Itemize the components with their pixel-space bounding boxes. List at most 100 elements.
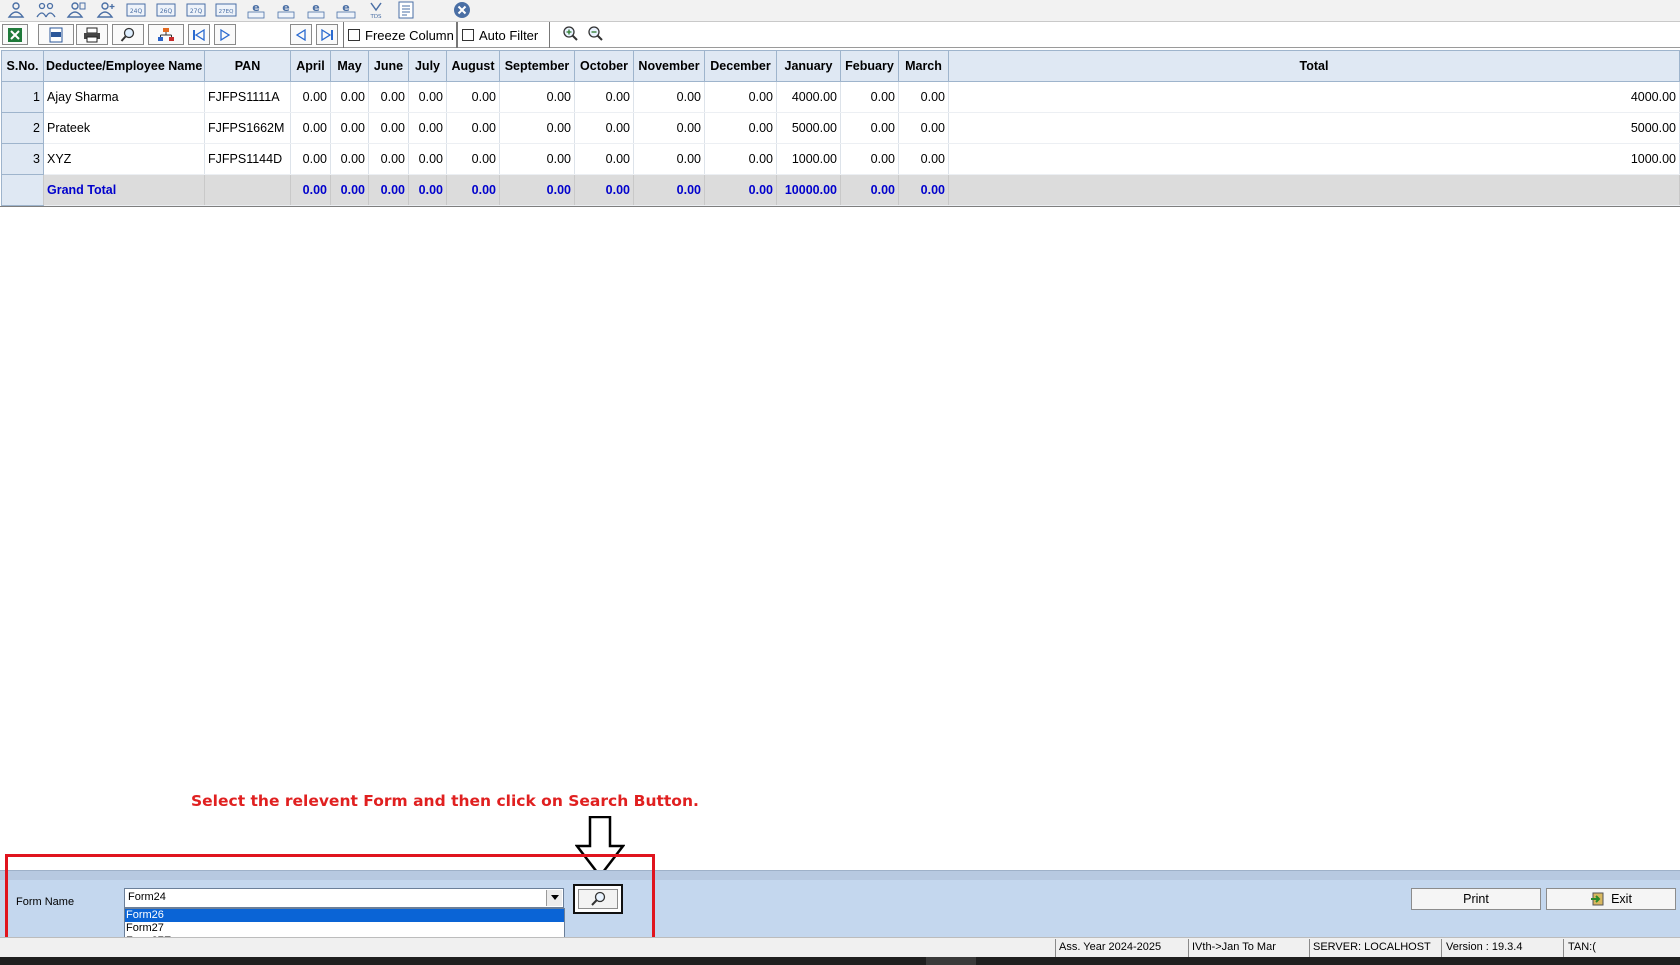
- table-cell[interactable]: 0.00: [704, 112, 777, 144]
- freeze-column-box[interactable]: [348, 29, 360, 41]
- print-grid-button[interactable]: [76, 24, 108, 45]
- column-header[interactable]: August: [446, 50, 500, 82]
- dropdown-toggle[interactable]: [546, 890, 562, 906]
- table-cell[interactable]: 0.00: [574, 81, 634, 113]
- table-cell[interactable]: [204, 174, 291, 206]
- auto-filter-checkbox[interactable]: Auto Filter: [457, 22, 550, 48]
- table-cell[interactable]: 0.00: [898, 143, 949, 175]
- table-cell[interactable]: 0.00: [368, 81, 409, 113]
- table-cell[interactable]: 0.00: [840, 143, 899, 175]
- form-24q-icon[interactable]: 24Q: [125, 1, 147, 19]
- column-header[interactable]: June: [368, 50, 409, 82]
- table-row[interactable]: 2 Prateek FJFPS1662M 0.00 0.00 0.00 0.00 0.00 0.…: [1, 112, 1680, 144]
- table-cell[interactable]: 0.00: [704, 143, 777, 175]
- close-icon[interactable]: [451, 1, 473, 19]
- table-cell[interactable]: XYZ: [43, 143, 205, 175]
- table-cell[interactable]: FJFPS1144D: [204, 143, 291, 175]
- table-cell[interactable]: 0.00: [898, 112, 949, 144]
- next-record-button[interactable]: [214, 24, 236, 45]
- user-doc-icon[interactable]: [65, 1, 87, 19]
- user-add-icon[interactable]: [95, 1, 117, 19]
- table-cell[interactable]: 0.00: [330, 112, 369, 144]
- users-group-icon[interactable]: [35, 1, 57, 19]
- column-header[interactable]: Total: [948, 50, 1680, 82]
- column-header[interactable]: April: [290, 50, 331, 82]
- table-cell[interactable]: [948, 174, 1680, 206]
- last-record-button[interactable]: [316, 24, 338, 45]
- print-button[interactable]: Print: [1411, 888, 1541, 910]
- table-cell[interactable]: 1000.00: [776, 143, 841, 175]
- table-cell[interactable]: Prateek: [43, 112, 205, 144]
- table-cell[interactable]: 0.00: [330, 143, 369, 175]
- table-cell[interactable]: 0.00: [446, 143, 500, 175]
- table-cell[interactable]: 0.00: [499, 143, 575, 175]
- table-cell[interactable]: 4000.00: [776, 81, 841, 113]
- column-header[interactable]: January: [776, 50, 841, 82]
- first-record-button[interactable]: [188, 24, 210, 45]
- form-27eq-icon[interactable]: 27EQ: [215, 1, 237, 19]
- row-number-cell[interactable]: 2: [1, 112, 44, 144]
- table-cell[interactable]: 0.00: [408, 81, 447, 113]
- freeze-column-checkbox[interactable]: Freeze Column: [343, 22, 457, 48]
- table-cell[interactable]: FJFPS1111A: [204, 81, 291, 113]
- table-cell[interactable]: 0.00: [633, 174, 705, 206]
- column-header[interactable]: PAN: [204, 50, 291, 82]
- form-name-select[interactable]: Form24: [124, 888, 564, 908]
- zoom-out-icon[interactable]: [586, 25, 604, 43]
- form-option[interactable]: Form27: [125, 922, 564, 935]
- form-option[interactable]: Form26: [125, 909, 564, 922]
- column-header[interactable]: July: [408, 50, 447, 82]
- e-27q-icon[interactable]: e: [305, 1, 327, 19]
- table-cell[interactable]: 0.00: [574, 112, 634, 144]
- e-27eq-icon[interactable]: e: [335, 1, 357, 19]
- table-cell[interactable]: 0.00: [633, 112, 705, 144]
- column-header[interactable]: December: [704, 50, 777, 82]
- table-cell[interactable]: 0.00: [898, 81, 949, 113]
- form-27q-icon[interactable]: 27Q: [185, 1, 207, 19]
- table-cell[interactable]: 0.00: [290, 174, 331, 206]
- table-cell[interactable]: 0.00: [330, 174, 369, 206]
- table-cell[interactable]: 0.00: [408, 174, 447, 206]
- table-cell[interactable]: 0.00: [574, 143, 634, 175]
- table-cell[interactable]: 1000.00: [948, 143, 1680, 175]
- e-24q-icon[interactable]: e: [245, 1, 267, 19]
- table-cell[interactable]: 0.00: [840, 174, 899, 206]
- table-cell[interactable]: 0.00: [330, 81, 369, 113]
- previous-record-button[interactable]: [290, 24, 312, 45]
- table-cell[interactable]: 0.00: [574, 174, 634, 206]
- table-cell[interactable]: 0.00: [898, 174, 949, 206]
- column-header[interactable]: October: [574, 50, 634, 82]
- row-number-cell[interactable]: 3: [1, 143, 44, 175]
- table-cell[interactable]: Grand Total: [43, 174, 205, 206]
- taskbar-item[interactable]: [926, 957, 976, 965]
- report-icon[interactable]: [395, 1, 417, 19]
- column-header[interactable]: S.No.: [1, 50, 44, 82]
- column-header[interactable]: November: [633, 50, 705, 82]
- user-form-icon[interactable]: [5, 1, 27, 19]
- table-cell[interactable]: 10000.00: [776, 174, 841, 206]
- table-cell[interactable]: 0.00: [704, 174, 777, 206]
- table-cell[interactable]: 0.00: [704, 81, 777, 113]
- table-cell[interactable]: FJFPS1662M: [204, 112, 291, 144]
- table-cell[interactable]: 0.00: [368, 112, 409, 144]
- column-header[interactable]: May: [330, 50, 369, 82]
- table-row[interactable]: 3 XYZ FJFPS1144D 0.00 0.00 0.00 0.00 0.00 0.00 0.…: [1, 143, 1680, 175]
- table-cell[interactable]: 0.00: [499, 174, 575, 206]
- e-26q-icon[interactable]: e: [275, 1, 297, 19]
- table-cell[interactable]: 0.00: [499, 81, 575, 113]
- table-cell[interactable]: 0.00: [633, 143, 705, 175]
- table-row[interactable]: 1 Ajay Sharma FJFPS1111A 0.00 0.00 0.00 0.00 0.…: [1, 81, 1680, 113]
- hierarchy-button[interactable]: [148, 24, 184, 45]
- export-word-button[interactable]: [38, 24, 74, 45]
- row-number-cell[interactable]: [1, 174, 44, 206]
- export-excel-button[interactable]: [2, 24, 28, 45]
- table-cell[interactable]: 0.00: [446, 112, 500, 144]
- table-cell[interactable]: 0.00: [446, 81, 500, 113]
- table-cell[interactable]: 0.00: [633, 81, 705, 113]
- column-header[interactable]: September: [499, 50, 575, 82]
- table-cell[interactable]: Ajay Sharma: [43, 81, 205, 113]
- table-cell[interactable]: 0.00: [840, 112, 899, 144]
- table-cell[interactable]: 5000.00: [948, 112, 1680, 144]
- zoom-in-icon[interactable]: [561, 25, 579, 43]
- auto-filter-box[interactable]: [462, 29, 474, 41]
